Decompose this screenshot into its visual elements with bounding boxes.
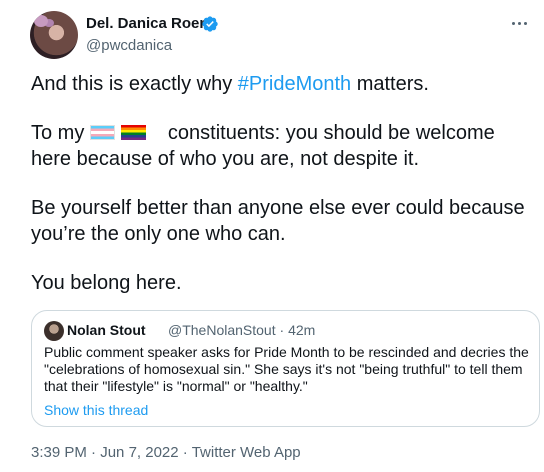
- author-name[interactable]: Del. Danica Roem: [86, 15, 213, 32]
- tweet-source[interactable]: Twitter Web App: [192, 444, 301, 461]
- quoted-tweet-text: Public comment speaker asks for Pride Mo…: [44, 344, 529, 394]
- tweet-paragraph-3: Be yourself better than anyone else ever…: [31, 197, 525, 245]
- tweet-text-segment: To my: [31, 122, 90, 144]
- quoted-author-avatar: [44, 321, 64, 341]
- more-options-icon[interactable]: [508, 12, 530, 34]
- tweet-time[interactable]: 3:39 PM: [31, 444, 87, 461]
- avatar-flower-decoration: [34, 15, 48, 27]
- tweet-paragraph-2: To my constituents: you should be welcom…: [31, 120, 531, 172]
- tweet-text-segment: matters.: [351, 73, 429, 95]
- verified-badge-icon: [202, 16, 218, 32]
- quoted-time: 42m: [288, 322, 316, 338]
- author-avatar[interactable]: [30, 11, 78, 59]
- rainbow-flag-emoji: [120, 125, 146, 140]
- meta-separator: ·: [86, 444, 101, 461]
- quoted-author-name: Nolan Stout: [67, 322, 146, 338]
- tweet-text: And this is exactly why #PrideMonth matt…: [31, 71, 531, 319]
- author-handle[interactable]: @pwcdanica: [86, 37, 172, 54]
- hashtag-link[interactable]: #PrideMonth: [238, 73, 351, 95]
- tweet-metadata: 3:39 PM · Jun 7, 2022 · Twitter Web App: [31, 444, 301, 461]
- tweet-date[interactable]: Jun 7, 2022: [100, 444, 178, 461]
- tweet-paragraph-4: You belong here.: [31, 272, 182, 294]
- tweet-paragraph-1: And this is exactly why #PrideMonth matt…: [31, 71, 531, 97]
- quoted-separator: ·: [279, 322, 285, 338]
- quoted-author-handle: @TheNolanStout: [168, 322, 276, 338]
- transgender-flag-emoji: [89, 125, 115, 140]
- quoted-tweet[interactable]: Nolan Stout @TheNolanStout · 42m Public …: [31, 310, 540, 427]
- quoted-author-meta: @TheNolanStout · 42m: [168, 322, 315, 338]
- show-this-thread-link[interactable]: Show this thread: [44, 402, 148, 418]
- tweet-card: Del. Danica Roem @pwcdanica And this is …: [0, 0, 544, 472]
- meta-separator: ·: [178, 444, 192, 461]
- tweet-text-segment: And this is exactly why: [31, 73, 238, 95]
